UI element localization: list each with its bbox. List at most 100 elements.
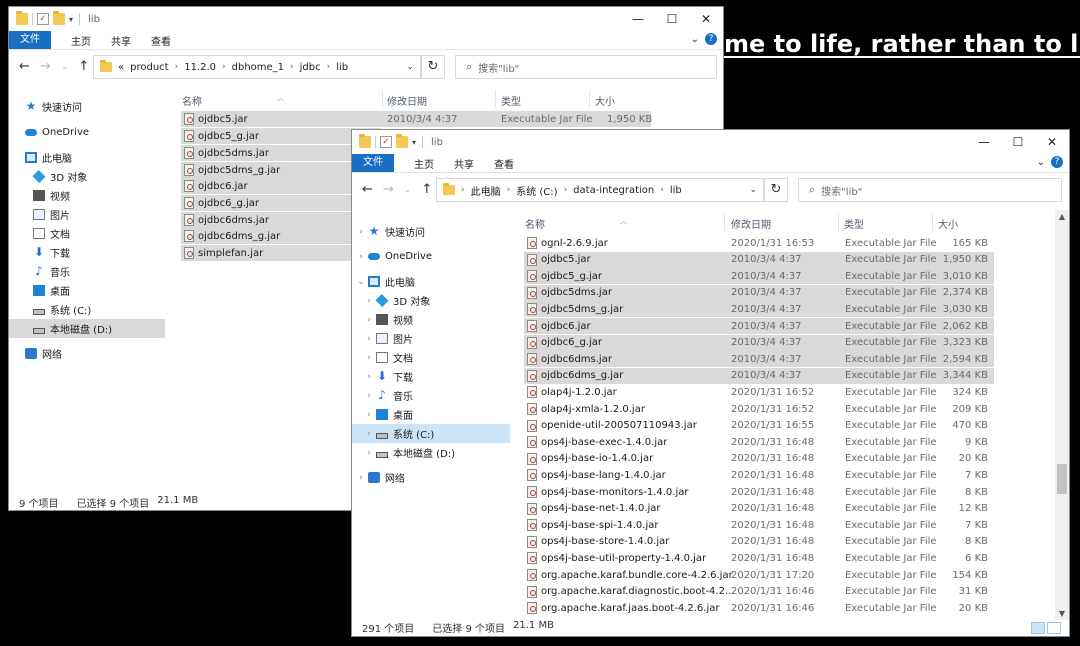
nav-item-downloads[interactable]: ⬇ 下载 (33, 243, 70, 262)
nav-item-this-pc[interactable]: ⌄ 此电脑 (354, 272, 415, 291)
breadcrumb-item[interactable]: lib (670, 185, 682, 196)
details-view-icon[interactable] (1031, 622, 1045, 634)
forward-arrow-icon[interactable]: → (383, 182, 394, 198)
breadcrumb-item[interactable]: 此电脑 (471, 183, 501, 198)
breadcrumb-item[interactable]: data-integration (573, 185, 654, 196)
new-folder-icon[interactable] (396, 134, 408, 148)
nav-item-onedrive[interactable]: OneDrive (25, 123, 89, 142)
file-row[interactable]: ops4j-base-util-property-1.4.0.jar 2020/1… (524, 550, 994, 566)
up-arrow-icon[interactable]: ↑ (421, 182, 432, 198)
chevron-right-icon[interactable]: › (461, 185, 465, 195)
column-divider[interactable] (838, 213, 839, 231)
file-row[interactable]: ojdbc5dms.jar 2010/3/4 4:37 Executable Jar… (524, 284, 994, 301)
file-row[interactable]: ops4j-base-net-1.4.0.jar 2020/1/31 16:48 E… (524, 501, 994, 517)
nav-item-system-c[interactable]: › 系统 (C:) (352, 424, 510, 443)
file-row[interactable]: ojdbc6dms.jar 2010/3/4 4:37 Executable Jar… (524, 351, 994, 368)
nav-item-desktop[interactable]: › 桌面 (362, 405, 413, 424)
close-button[interactable]: ✕ (689, 7, 723, 31)
column-divider[interactable] (724, 213, 725, 231)
breadcrumb-item[interactable]: jdbc (300, 62, 321, 73)
file-row[interactable]: ops4j-base-exec-1.4.0.jar 2020/1/31 16:48… (524, 434, 994, 450)
chevron-right-icon[interactable]: › (362, 391, 376, 401)
nav-item-3d-objects[interactable]: 3D 对象 (32, 167, 87, 186)
maximize-button[interactable]: ☐ (655, 7, 689, 31)
tab-home[interactable]: 主页 (71, 33, 91, 48)
chevron-right-icon[interactable]: › (354, 227, 368, 237)
chevron-down-icon[interactable]: ⌄ (749, 185, 757, 195)
scrollbar-thumb[interactable] (1057, 464, 1067, 494)
chevron-right-icon[interactable]: › (660, 185, 664, 195)
expand-ribbon-icon[interactable]: ⌄ (1037, 157, 1045, 168)
nav-item-local-disk-d[interactable]: 本地磁盘 (D:) (9, 319, 165, 338)
customize-toolbar-icon[interactable]: ▾ (412, 138, 416, 147)
file-row[interactable]: openide-util-200507110943.jar 2020/1/31 1… (524, 418, 994, 434)
chevron-right-icon[interactable]: › (507, 185, 511, 195)
address-path[interactable]: « product › 11.2.0 › dbhome_1 › jdbc › l… (93, 55, 421, 79)
nav-item-this-pc[interactable]: 此电脑 (25, 148, 72, 167)
nav-item-network[interactable]: 网络 (25, 344, 62, 363)
chevron-right-icon[interactable]: › (175, 62, 179, 72)
chevron-right-icon[interactable]: › (362, 410, 376, 420)
column-header-name[interactable]: 名称 (525, 216, 545, 231)
nav-item-quick-access[interactable]: › ★ 快速访问 (354, 222, 425, 241)
file-row[interactable]: ops4j-base-monitors-1.4.0.jar 2020/1/31 1… (524, 484, 994, 500)
refresh-button[interactable]: ↻ (421, 55, 445, 79)
column-header-type[interactable]: 类型 (844, 216, 864, 231)
file-row[interactable]: olap4j-xmla-1.2.0.jar 2020/1/31 16:52 Exec… (524, 401, 994, 417)
search-input[interactable]: ⌕ 搜索"lib" (798, 178, 1062, 202)
file-row[interactable]: ops4j-base-spi-1.4.0.jar 2020/1/31 16:48 E… (524, 517, 994, 533)
file-row[interactable]: ognl-2.6.9.jar 2020/1/31 16:53 Executable … (524, 235, 994, 251)
column-header-size[interactable]: 大小 (595, 93, 615, 108)
nav-item-documents[interactable]: › 文档 (362, 348, 413, 367)
file-row[interactable]: olap4j-1.2.0.jar 2020/1/31 16:52 Executabl… (524, 384, 994, 400)
chevron-right-icon[interactable]: › (290, 62, 294, 72)
chevron-right-icon[interactable]: › (327, 62, 331, 72)
large-icons-view-icon[interactable] (1047, 622, 1061, 634)
chevron-right-icon[interactable]: › (362, 353, 376, 363)
chevron-right-icon[interactable]: › (354, 252, 368, 262)
customize-toolbar-icon[interactable]: ▾ (69, 15, 73, 24)
chevron-right-icon[interactable]: › (362, 448, 376, 458)
chevron-right-icon[interactable]: › (362, 372, 376, 382)
breadcrumb-item[interactable]: lib (336, 62, 348, 73)
chevron-right-icon[interactable]: › (222, 62, 226, 72)
file-row[interactable]: ojdbc5_g.jar 2010/3/4 4:37 Executable Jar … (524, 268, 994, 285)
forward-arrow-icon[interactable]: → (40, 59, 51, 75)
tab-file[interactable]: 文件 (9, 31, 51, 49)
nav-item-desktop[interactable]: 桌面 (33, 281, 70, 300)
new-folder-icon[interactable] (53, 11, 65, 25)
column-divider[interactable] (932, 213, 933, 231)
chevron-right-icon[interactable]: › (362, 334, 376, 344)
recent-locations-icon[interactable]: ⌄ (404, 182, 412, 198)
nav-item-pictures[interactable]: › 图片 (362, 329, 413, 348)
column-header-date[interactable]: 修改日期 (387, 93, 427, 108)
tab-home[interactable]: 主页 (414, 156, 434, 171)
search-input[interactable]: ⌕ 搜索"lib" (455, 55, 717, 79)
chevron-right-icon[interactable]: › (362, 315, 376, 325)
nav-item-music[interactable]: ♪ 音乐 (33, 262, 70, 281)
back-arrow-icon[interactable]: ← (362, 182, 373, 198)
nav-item-music[interactable]: › ♪ 音乐 (362, 386, 413, 405)
file-row[interactable]: org.apache.karaf.bundle.core-4.2.6.jar 20… (524, 567, 994, 583)
breadcrumb-item[interactable]: 11.2.0 (184, 62, 216, 73)
nav-item-videos[interactable]: 视频 (33, 186, 70, 205)
chevron-right-icon[interactable]: › (362, 429, 376, 439)
breadcrumb-overflow[interactable]: « (118, 62, 124, 73)
chevron-down-icon[interactable]: ⌄ (406, 62, 414, 72)
maximize-button[interactable]: ☐ (1001, 130, 1035, 154)
column-divider[interactable] (382, 90, 383, 108)
chevron-right-icon[interactable]: › (354, 473, 368, 483)
breadcrumb-item[interactable]: dbhome_1 (232, 62, 284, 73)
nav-item-network[interactable]: › 网络 (354, 468, 405, 487)
file-row[interactable]: org.apache.karaf.jaas.boot-4.2.6.jar 2020… (524, 600, 994, 616)
close-button[interactable]: ✕ (1035, 130, 1069, 154)
nav-item-documents[interactable]: 文档 (33, 224, 70, 243)
column-divider[interactable] (589, 90, 590, 108)
properties-icon[interactable]: ✓ (380, 136, 392, 148)
minimize-button[interactable]: — (967, 130, 1001, 154)
nav-item-local-disk-d[interactable]: › 本地磁盘 (D:) (362, 443, 455, 462)
file-row[interactable]: ojdbc6.jar 2010/3/4 4:37 Executable Jar Fi… (524, 318, 994, 334)
scroll-down-icon[interactable]: ▼ (1055, 609, 1069, 618)
file-row[interactable]: ops4j-base-store-1.4.0.jar 2020/1/31 16:4… (524, 534, 994, 550)
file-row[interactable]: ojdbc5.jar 2010/3/4 4:37 Executable Jar … (181, 111, 652, 127)
